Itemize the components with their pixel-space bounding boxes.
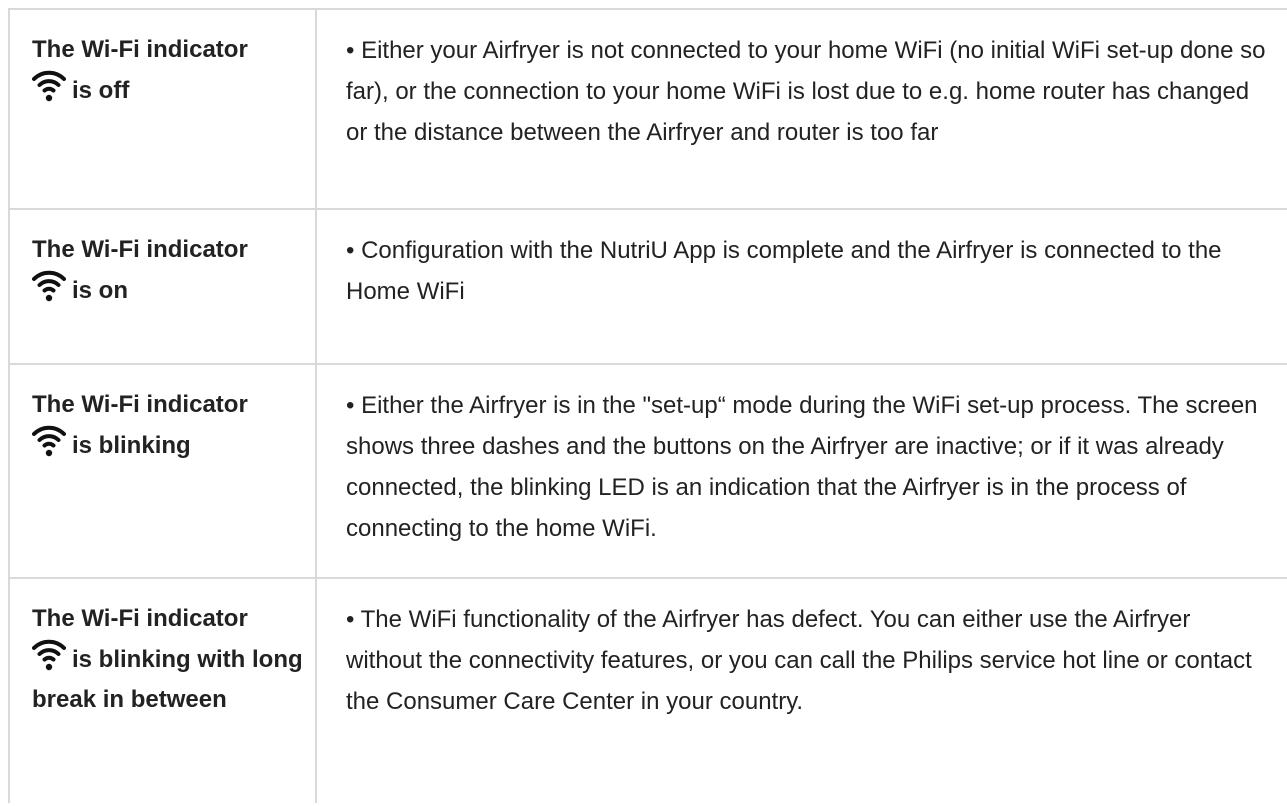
wifi-icon [32, 70, 66, 102]
description-text: • Either your Airfryer is not connected … [346, 37, 1266, 146]
indicator-label: The Wi-Fi indicator [32, 36, 248, 63]
description-cell: • The WiFi functionality of the Airfryer… [317, 579, 1287, 803]
indicator-label: The Wi-Fi indicator [32, 236, 248, 263]
description-text: • The WiFi functionality of the Airfryer… [346, 606, 1252, 715]
wifi-icon [32, 425, 66, 457]
description-cell: • Configuration with the NutriU App is c… [317, 210, 1287, 363]
table-row: The Wi-Fi indicator is blinking • Either… [8, 365, 1287, 579]
table-row: The Wi-Fi indicator is blinking with lon… [8, 579, 1287, 803]
description-cell: • Either the Airfryer is in the "set-up“… [317, 365, 1287, 577]
indicator-state: is blinking [72, 432, 191, 459]
indicator-cell: The Wi-Fi indicator is on [8, 210, 317, 363]
table-row: The Wi-Fi indicator is off • Either your… [8, 10, 1287, 210]
indicator-state-line: is off [32, 70, 303, 111]
indicator-state-line: is blinking [32, 425, 303, 466]
description-text: • Either the Airfryer is in the "set-up“… [346, 392, 1258, 542]
indicator-state: is on [72, 277, 129, 304]
description-cell: • Either your Airfryer is not connected … [317, 10, 1287, 208]
wifi-icon [32, 270, 66, 302]
indicator-cell: The Wi-Fi indicator is off [8, 10, 317, 208]
indicator-cell: The Wi-Fi indicator is blinking with lon… [8, 579, 317, 803]
indicator-label: The Wi-Fi indicator [32, 605, 248, 632]
description-text: • Configuration with the NutriU App is c… [346, 237, 1222, 305]
indicator-state-line: is on [32, 270, 303, 311]
indicator-cell: The Wi-Fi indicator is blinking [8, 365, 317, 577]
indicator-label: The Wi-Fi indicator [32, 391, 248, 418]
wifi-icon [32, 639, 66, 671]
indicator-state: is off [72, 77, 130, 104]
indicator-state-line: is blinking with long break in between [32, 639, 303, 720]
indicator-state: is blinking with long break in between [32, 646, 303, 713]
table-row: The Wi-Fi indicator is on • Configuratio… [8, 210, 1287, 365]
wifi-indicator-table: The Wi-Fi indicator is off • Either your… [8, 8, 1287, 803]
